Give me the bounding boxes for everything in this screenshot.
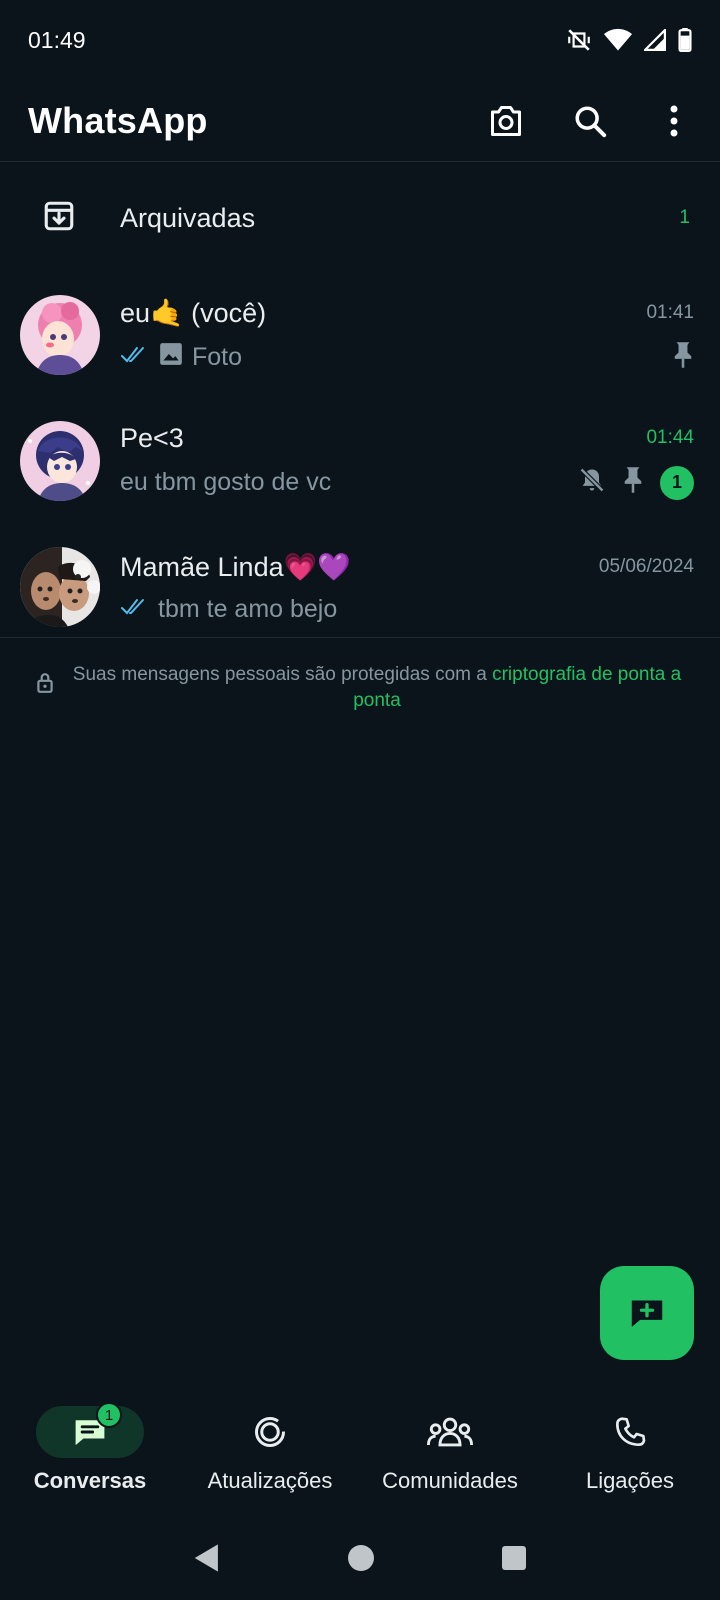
back-icon bbox=[194, 1543, 218, 1572]
more-vert-icon bbox=[670, 105, 678, 136]
nav-icon-wrap bbox=[396, 1406, 504, 1458]
back-button[interactable] bbox=[193, 1543, 221, 1578]
nav-atualizacoes[interactable]: Atualizações bbox=[180, 1392, 360, 1494]
chat-list: eu🤙 (você) 01:41 Foto Pe<3 01:44 eu tbm … bbox=[0, 272, 720, 650]
archived-row[interactable]: Arquivadas 1 bbox=[0, 178, 720, 258]
chat-preview: eu tbm gosto de vc bbox=[120, 468, 332, 496]
battery-icon bbox=[678, 28, 692, 52]
home-icon bbox=[347, 1544, 374, 1571]
chat-name: Pe<3 bbox=[120, 422, 184, 453]
pin-icon bbox=[672, 341, 694, 374]
chat-time: 01:41 bbox=[646, 301, 694, 323]
double-check-icon bbox=[120, 595, 150, 624]
photo-icon bbox=[158, 341, 184, 374]
status-icon bbox=[255, 1417, 285, 1447]
nav-label: Atualizações bbox=[207, 1468, 333, 1493]
recents-icon bbox=[502, 1545, 527, 1570]
nav-icon-wrap bbox=[216, 1406, 324, 1458]
chat-row[interactable]: Pe<3 01:44 eu tbm gosto de vc 1 bbox=[0, 398, 720, 524]
encryption-text: Suas mensagens pessoais são protegidas c… bbox=[54, 662, 686, 714]
camera-icon bbox=[491, 105, 521, 136]
status-icons bbox=[566, 27, 692, 53]
camera-button[interactable] bbox=[488, 103, 524, 139]
chat-time: 01:44 bbox=[646, 427, 694, 448]
nav-label: Conversas bbox=[33, 1468, 147, 1493]
chat-row[interactable]: eu🤙 (você) 01:41 Foto bbox=[0, 272, 720, 398]
bottom-nav: 1 Conversas Atualizações Comunidades Lig… bbox=[0, 1392, 720, 1512]
search-button[interactable] bbox=[572, 103, 608, 139]
nav-ligacoes[interactable]: Ligações bbox=[540, 1392, 720, 1494]
status-bar: 01:49 bbox=[0, 0, 720, 80]
nav-label: Ligações bbox=[585, 1468, 675, 1493]
new-chat-icon bbox=[631, 1300, 663, 1327]
recents-button[interactable] bbox=[501, 1545, 527, 1576]
nav-badge: 1 bbox=[96, 1402, 122, 1428]
chat-body: Pe<3 01:44 eu tbm gosto de vc 1 bbox=[120, 423, 694, 500]
system-nav bbox=[0, 1520, 720, 1600]
chat-name: Mamãe Linda💗💜 bbox=[120, 551, 351, 582]
app-header: WhatsApp bbox=[0, 80, 720, 162]
chat-body: eu🤙 (você) 01:41 Foto bbox=[120, 297, 694, 374]
cell-signal-icon bbox=[644, 29, 666, 51]
vibrate-off-icon bbox=[566, 27, 592, 53]
list-divider bbox=[0, 637, 720, 638]
chat-body: Mamãe Linda💗💜 05/06/2024 tbm te amo bejo bbox=[120, 551, 694, 624]
phone-icon bbox=[616, 1417, 646, 1446]
muted-bell-icon bbox=[578, 466, 606, 499]
chat-preview: Foto bbox=[192, 342, 243, 371]
chat-row[interactable]: Mamãe Linda💗💜 05/06/2024 tbm te amo bejo bbox=[0, 524, 720, 650]
encryption-note: Suas mensagens pessoais são protegidas c… bbox=[36, 662, 686, 714]
pin-icon bbox=[622, 466, 644, 499]
status-time: 01:49 bbox=[28, 26, 86, 53]
app-title: WhatsApp bbox=[28, 99, 208, 141]
header-actions bbox=[488, 103, 692, 139]
archive-icon bbox=[42, 199, 76, 238]
search-icon bbox=[575, 105, 607, 137]
more-options-button[interactable] bbox=[656, 103, 692, 139]
nav-conversas[interactable]: 1 Conversas bbox=[0, 1392, 180, 1494]
archived-label: Arquivadas bbox=[120, 202, 256, 233]
nav-icon-wrap: 1 bbox=[36, 1402, 144, 1458]
unread-badge: 1 bbox=[660, 465, 694, 500]
chat-name: eu🤙 (você) bbox=[120, 297, 267, 328]
encryption-message: Suas mensagens pessoais são protegidas c… bbox=[72, 664, 493, 685]
avatar[interactable] bbox=[20, 295, 100, 375]
home-button[interactable] bbox=[346, 1543, 376, 1578]
nav-comunidades[interactable]: Comunidades bbox=[360, 1392, 540, 1494]
chat-time: 05/06/2024 bbox=[598, 555, 694, 577]
double-check-icon bbox=[120, 343, 150, 372]
wifi-icon bbox=[604, 28, 632, 52]
lock-icon bbox=[36, 672, 54, 699]
communities-icon bbox=[427, 1417, 473, 1447]
nav-icon-wrap bbox=[576, 1406, 684, 1458]
avatar[interactable] bbox=[20, 547, 100, 627]
avatar[interactable] bbox=[20, 421, 100, 501]
nav-label: Comunidades bbox=[382, 1468, 518, 1493]
archived-count: 1 bbox=[679, 207, 690, 228]
new-chat-button[interactable] bbox=[600, 1266, 694, 1360]
chat-preview: tbm te amo bejo bbox=[158, 594, 338, 623]
